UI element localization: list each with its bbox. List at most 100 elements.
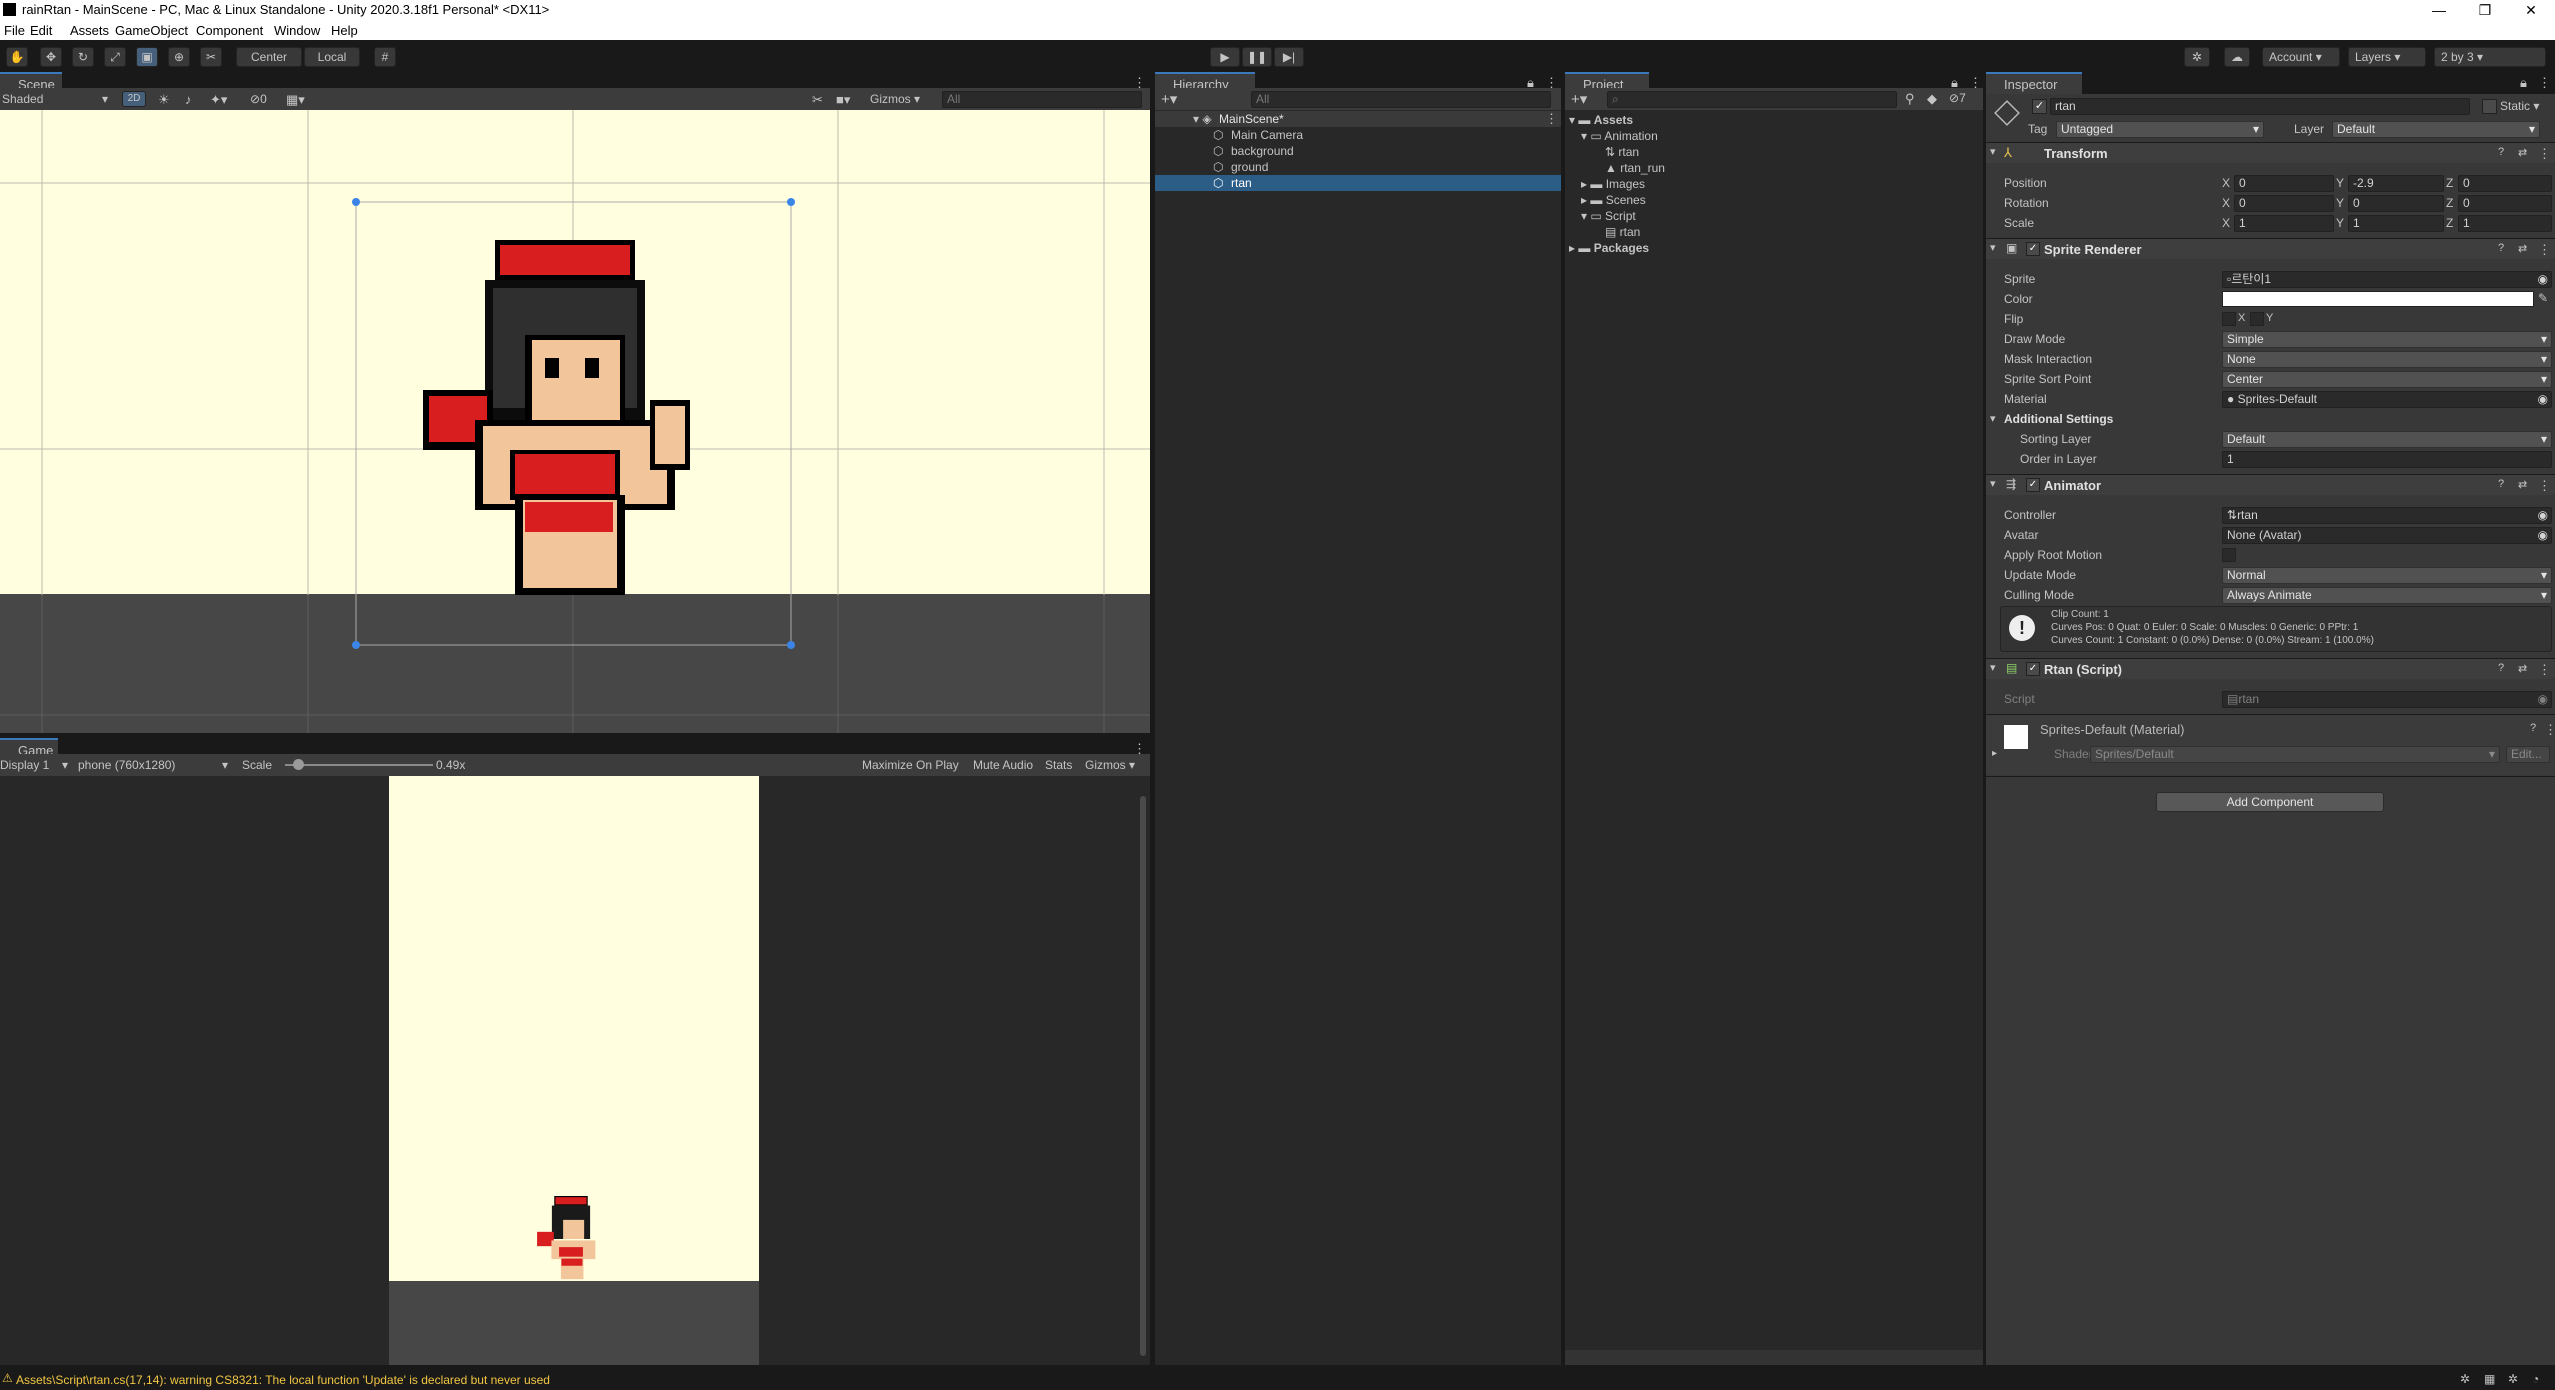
static-checkbox[interactable] bbox=[2482, 99, 2497, 114]
rotation-z-field[interactable]: 0 bbox=[2458, 195, 2552, 212]
shader-edit-button[interactable]: Edit... bbox=[2506, 746, 2550, 763]
flip-x-checkbox[interactable] bbox=[2222, 312, 2236, 326]
scale-slider[interactable] bbox=[285, 764, 433, 766]
menu-gameobject[interactable]: GameObject bbox=[115, 23, 188, 38]
presets-icon[interactable]: ⇄ bbox=[2518, 146, 2527, 159]
hierarchy-search-input[interactable]: All bbox=[1251, 91, 1551, 108]
inspector-lock-icon[interactable]: 🔒︎ bbox=[2520, 75, 2527, 91]
help-icon[interactable]: ? bbox=[2498, 662, 2504, 674]
pivot-center-button[interactable]: Center bbox=[236, 47, 302, 67]
search-by-type-icon[interactable]: ⚲ bbox=[1905, 91, 1915, 107]
hierarchy-item[interactable]: ⬡ ground bbox=[1155, 159, 1561, 175]
anim-clip-row[interactable]: ▲ rtan_run bbox=[1605, 161, 1665, 175]
layer-dropdown[interactable]: Default ▾ bbox=[2332, 121, 2540, 138]
scene-gizmos-dropdown[interactable]: Gizmos ▾ bbox=[870, 92, 920, 106]
mode-2d-button[interactable]: 2D bbox=[122, 91, 146, 107]
scene-visibility-toggle[interactable]: ⊘0 bbox=[250, 92, 267, 106]
assets-folder-row[interactable]: ▾ ▬ Assets bbox=[1569, 113, 1633, 127]
step-button[interactable]: ▶| bbox=[1274, 47, 1304, 67]
hierarchy-add-icon[interactable]: +▾ bbox=[1161, 90, 1177, 108]
game-viewport[interactable] bbox=[0, 776, 1150, 1365]
component-menu-icon[interactable]: ⋮ bbox=[2538, 146, 2551, 162]
rotate-tool-icon[interactable]: ↻ bbox=[72, 47, 94, 67]
account-dropdown[interactable]: Account ▾ bbox=[2262, 47, 2340, 67]
sprite-renderer-foldout-icon[interactable]: ▾ bbox=[1990, 241, 1996, 254]
component-menu-icon[interactable]: ⋮ bbox=[2538, 478, 2551, 494]
menu-assets[interactable]: Assets bbox=[70, 23, 109, 38]
resolution-dropdown[interactable]: phone (760x1280) ▾ bbox=[78, 758, 233, 772]
help-icon[interactable]: ? bbox=[2498, 478, 2504, 490]
mute-audio-toggle[interactable]: Mute Audio bbox=[973, 758, 1033, 772]
play-button[interactable]: ▶ bbox=[1210, 47, 1240, 67]
transform-tool-icon[interactable]: ⊕ bbox=[168, 47, 190, 67]
draw-mode-dropdown[interactable]: Simple ▾ bbox=[2222, 331, 2552, 348]
scene-viewport[interactable] bbox=[0, 110, 1150, 733]
console-status-message[interactable]: Assets\Script\rtan.cs(17,14): warning CS… bbox=[16, 1373, 550, 1387]
game-scrollbar[interactable] bbox=[1140, 796, 1146, 1356]
animator-header[interactable]: ▾ ⇶ ✓ Animator ? ⇄ ⋮ bbox=[1986, 475, 2555, 495]
help-icon[interactable]: ? bbox=[2498, 242, 2504, 254]
minimize-button[interactable]: — bbox=[2416, 0, 2462, 20]
project-add-icon[interactable]: +▾ bbox=[1571, 90, 1587, 108]
hierarchy-item-selected[interactable]: ⬡ rtan bbox=[1155, 175, 1561, 191]
display-dropdown[interactable]: Display 1 ▾ bbox=[0, 758, 72, 772]
mask-interaction-dropdown[interactable]: None ▾ bbox=[2222, 351, 2552, 368]
script-enabled-checkbox[interactable]: ✓ bbox=[2026, 662, 2040, 676]
rect-tool-icon[interactable]: ▣ bbox=[136, 47, 158, 67]
scene-root-row[interactable]: ▾ ◈ MainScene* ⋮ bbox=[1155, 111, 1561, 127]
flip-y-checkbox[interactable] bbox=[2250, 312, 2264, 326]
close-button[interactable]: ✕ bbox=[2508, 0, 2554, 20]
material-foldout-icon[interactable]: ▸ bbox=[1992, 748, 1997, 759]
collab-icon[interactable]: ✲ bbox=[2184, 47, 2210, 67]
debug-icon[interactable]: ✲ bbox=[2460, 1372, 2470, 1386]
script-foldout-icon[interactable]: ▾ bbox=[1990, 661, 1996, 674]
collab-status-icon[interactable]: ✲ bbox=[2508, 1372, 2518, 1386]
animation-folder-row[interactable]: ▾ ▭ Animation bbox=[1581, 129, 1658, 143]
search-by-label-icon[interactable]: ◆ bbox=[1927, 91, 1937, 107]
images-folder-row[interactable]: ▸ ▬ Images bbox=[1581, 177, 1645, 191]
inspector-menu-icon[interactable]: ⋮ bbox=[2538, 75, 2551, 91]
anim-controller-row[interactable]: ⇅ rtan bbox=[1605, 145, 1639, 159]
material-menu-icon[interactable]: ⋮ bbox=[2544, 722, 2555, 738]
tab-inspector[interactable]: Inspector bbox=[1986, 72, 2082, 94]
move-tool-icon[interactable]: ✥ bbox=[40, 47, 62, 67]
network-icon[interactable]: ▦ bbox=[2484, 1372, 2495, 1386]
hand-tool-icon[interactable]: ✋ bbox=[6, 47, 28, 67]
sorting-layer-dropdown[interactable]: Default ▾ bbox=[2222, 431, 2552, 448]
presets-icon[interactable]: ⇄ bbox=[2518, 242, 2527, 255]
custom-tool-icon[interactable]: ✂ bbox=[200, 47, 222, 67]
position-z-field[interactable]: 0 bbox=[2458, 175, 2552, 192]
menu-help[interactable]: Help bbox=[331, 23, 358, 38]
project-hidden-toggle[interactable]: ⊘7 bbox=[1949, 91, 1966, 105]
layout-dropdown[interactable]: 2 by 3 ▾ bbox=[2434, 47, 2546, 67]
script-file-row[interactable]: ▤ rtan bbox=[1605, 225, 1640, 239]
active-checkbox[interactable]: ✓ bbox=[2032, 99, 2047, 114]
eyedropper-icon[interactable]: ✎ bbox=[2538, 291, 2548, 305]
menu-component[interactable]: Component bbox=[196, 23, 263, 38]
shader-dropdown[interactable]: Sprites/Default ▾ bbox=[2090, 746, 2500, 763]
script-folder-row[interactable]: ▾ ▭ Script bbox=[1581, 209, 1636, 223]
position-x-field[interactable]: 0 bbox=[2234, 175, 2334, 192]
scenes-folder-row[interactable]: ▸ ▬ Scenes bbox=[1581, 193, 1646, 207]
help-icon[interactable]: ? bbox=[2498, 146, 2504, 158]
tools-icon[interactable]: ✂ bbox=[812, 92, 823, 108]
maximize-on-play-toggle[interactable]: Maximize On Play bbox=[862, 758, 959, 772]
rotation-y-field[interactable]: 0 bbox=[2348, 195, 2444, 212]
animator-foldout-icon[interactable]: ▾ bbox=[1990, 477, 1996, 490]
camera-icon[interactable]: ■▾ bbox=[836, 92, 850, 108]
stats-toggle[interactable]: Stats bbox=[1045, 758, 1072, 772]
transform-foldout-icon[interactable]: ▾ bbox=[1990, 145, 1996, 158]
object-name-input[interactable]: rtan bbox=[2050, 98, 2470, 115]
scale-slider-thumb[interactable] bbox=[293, 759, 305, 770]
sprite-field[interactable]: ▫르탄이1 ◉ bbox=[2222, 271, 2552, 288]
scale-x-field[interactable]: 1 bbox=[2234, 215, 2334, 232]
progress-status-icon[interactable]: ◔ bbox=[2532, 1372, 2539, 1386]
controller-field[interactable]: ⇅rtan ◉ bbox=[2222, 507, 2552, 524]
help-icon[interactable]: ? bbox=[2530, 722, 2536, 734]
packages-folder-row[interactable]: ▸ ▬ Packages bbox=[1569, 241, 1649, 255]
scene-search-input[interactable]: All bbox=[942, 91, 1142, 108]
presets-icon[interactable]: ⇄ bbox=[2518, 478, 2527, 491]
audio-icon[interactable]: ♪ bbox=[185, 92, 192, 107]
scale-z-field[interactable]: 1 bbox=[2458, 215, 2552, 232]
effects-icon[interactable]: ✦▾ bbox=[210, 92, 227, 108]
